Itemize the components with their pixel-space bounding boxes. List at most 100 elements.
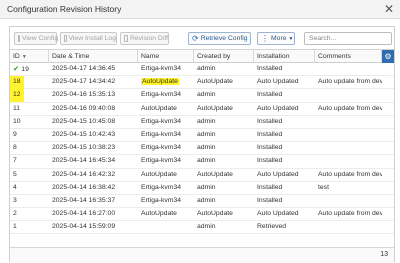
cell-name-text: Ertiga-kvm34 (141, 91, 182, 99)
view-config-label: View Config (22, 35, 59, 42)
cell-installation: Installed (254, 195, 315, 207)
cell-comments (315, 129, 382, 141)
cell-installation-text: Installed (257, 65, 283, 72)
cell-id: 12 (10, 89, 49, 101)
cell-installation: Installed (254, 89, 315, 101)
cell-comments-text: Auto update from device (318, 104, 382, 112)
column-settings-gear-icon[interactable]: ⚙ (382, 50, 394, 63)
table-row[interactable]: 5 2025-04-14 16:42:32 AutoUpdate AutoUpdate… (10, 169, 394, 182)
cell-name: Ertiga-kvm34 (138, 142, 194, 154)
column-header-date[interactable]: Date & Time (49, 50, 138, 63)
cell-date: 2025-04-15 10:38:23 (49, 142, 138, 154)
revision-table: ID ▼ Date & Time Name Created by Installa… (10, 49, 394, 235)
cell-created-by: AutoUpdate (194, 76, 254, 88)
cell-id-text: 4 (13, 183, 17, 191)
table-row[interactable]: 2 2025-04-14 16:27:00 AutoUpdate AutoUpdate… (10, 208, 394, 222)
view-install-log-label: View Install Log (68, 35, 116, 42)
cell-id-text: 12 (13, 91, 21, 99)
table-row[interactable]: 3 2025-04-14 16:35:37 Ertiga-kvm34 admin Ins… (10, 195, 394, 209)
cell-created-by: admin (194, 182, 254, 194)
cell-id-text: 19 (21, 66, 29, 73)
cell-created-by-text: admin (197, 196, 216, 204)
cell-name: Ertiga-kvm34 (138, 155, 194, 167)
cell-created-by-text: AutoUpdate (197, 170, 233, 178)
table-row[interactable]: 4 2025-04-14 16:38:42 Ertiga-kvm34 admin Ins… (10, 182, 394, 195)
view-install-log-button[interactable]: View Install Log (60, 32, 117, 45)
cell-installation: Installed (254, 155, 315, 167)
more-button[interactable]: ⋮ More ▼ (257, 32, 295, 45)
cell-id: ✔ 19 (10, 63, 49, 75)
cell-name: AutoUpdate (138, 76, 194, 88)
cell-id: 2 (10, 208, 49, 220)
cell-installation-text: Installed (257, 144, 283, 152)
cell-installation-text: Installed (257, 157, 283, 165)
table-row[interactable]: 9 2025-04-15 10:42:43 Ertiga-kvm34 admin Ins… (10, 129, 394, 143)
cell-id-text: 9 (13, 130, 17, 138)
cell-date: 2025-04-14 16:27:00 (49, 208, 138, 220)
table-row[interactable]: 7 2025-04-14 16:45:34 Ertiga-kvm34 admin Ins… (10, 155, 394, 169)
cell-installation-text: Installed (257, 91, 283, 99)
cell-comments (315, 89, 382, 101)
cell-id: 7 (10, 155, 49, 167)
cell-id-text: 3 (13, 196, 17, 204)
revision-diff-label: Revision Diff (129, 35, 168, 42)
cell-date-text: 2025-04-14 16:35:37 (52, 196, 116, 204)
cell-id-text: 7 (13, 157, 17, 165)
table-row[interactable]: 8 2025-04-15 10:38:23 Ertiga-kvm34 admin Ins… (10, 142, 394, 156)
column-header-installation[interactable]: Installation (254, 50, 315, 63)
cell-installation-text: Auto Updated (257, 210, 299, 218)
cell-comments (315, 142, 382, 154)
table-row[interactable]: 18 2025-04-17 14:34:42 AutoUpdate AutoUpdat… (10, 76, 394, 90)
table-header: ID ▼ Date & Time Name Created by Installa… (10, 49, 394, 63)
cell-installation: Installed (254, 116, 315, 128)
cell-id: 3 (10, 195, 49, 207)
cell-date: 2025-04-15 10:45:08 (49, 116, 138, 128)
table-row[interactable]: 11 2025-04-16 09:40:08 AutoUpdate AutoUpdat… (10, 103, 394, 116)
cell-date: 2025-04-16 09:40:08 (49, 103, 138, 115)
table-row[interactable]: 10 2025-04-15 10:45:08 Ertiga-kvm34 admin In… (10, 116, 394, 129)
cell-installation-text: Auto Updated (257, 170, 299, 178)
cell-created-by-text: admin (197, 223, 216, 231)
table-row[interactable]: 12 2025-04-16 15:35:13 Ertiga-kvm34 admin In… (10, 89, 394, 103)
cell-name-text: AutoUpdate (141, 210, 177, 218)
cell-date: 2025-04-16 15:35:13 (49, 89, 138, 101)
cell-name: AutoUpdate (138, 208, 194, 220)
chevron-down-icon: ▼ (288, 35, 294, 42)
cell-name-text: AutoUpdate (141, 78, 179, 86)
cell-date: 2025-04-14 16:45:34 (49, 155, 138, 167)
cell-comments (315, 116, 382, 128)
cell-installation-text: Auto Updated (257, 104, 299, 112)
cell-date-text: 2025-04-17 14:36:45 (52, 65, 116, 72)
revision-diff-button[interactable]: Revision Diff (120, 32, 169, 45)
cell-date-text: 2025-04-16 15:35:13 (52, 91, 116, 99)
cell-name-text: Ertiga-kvm34 (141, 130, 182, 138)
cell-installation: Auto Updated (254, 169, 315, 181)
cell-installation-text: Retrieved (257, 223, 287, 231)
cell-name-text: Ertiga-kvm34 (141, 183, 182, 191)
cell-created-by: admin (194, 195, 254, 207)
column-header-created-by[interactable]: Created by (194, 50, 254, 63)
view-config-button[interactable]: View Config (14, 32, 59, 45)
column-header-label: Date & Time (52, 53, 90, 60)
search-input[interactable] (304, 32, 392, 45)
table-row[interactable]: 1 2025-04-14 15:59:09 admin Retrieved (10, 221, 394, 235)
table-row[interactable]: ✔ 19 2025-04-17 14:36:45 Ertiga-kvm34 admin I… (10, 63, 394, 77)
column-header-label: Comments (318, 53, 351, 60)
sort-descending-icon: ▼ (21, 54, 27, 60)
cell-date-text: 2025-04-15 10:38:23 (52, 144, 116, 152)
cell-date-text: 2025-04-14 16:27:00 (52, 210, 116, 218)
cell-date-text: 2025-04-14 16:45:34 (52, 157, 116, 165)
column-header-name[interactable]: Name (138, 50, 194, 63)
column-header-id[interactable]: ID ▼ (10, 50, 49, 63)
cell-created-by-text: admin (197, 130, 216, 138)
dialog-titlebar: Configuration Revision History ✕ (0, 0, 400, 19)
cell-installation: Retrieved (254, 221, 315, 233)
cell-installation-text: Installed (257, 130, 283, 138)
cell-id-text: 18 (13, 78, 21, 86)
close-icon[interactable]: ✕ (384, 2, 394, 16)
cell-name: Ertiga-kvm34 (138, 89, 194, 101)
column-header-comments[interactable]: Comments (315, 50, 382, 63)
retrieve-config-button[interactable]: ⟳ Retrieve Config (188, 32, 251, 45)
cell-name: Ertiga-kvm34 (138, 195, 194, 207)
cell-date-text: 2025-04-14 16:38:42 (52, 183, 116, 191)
